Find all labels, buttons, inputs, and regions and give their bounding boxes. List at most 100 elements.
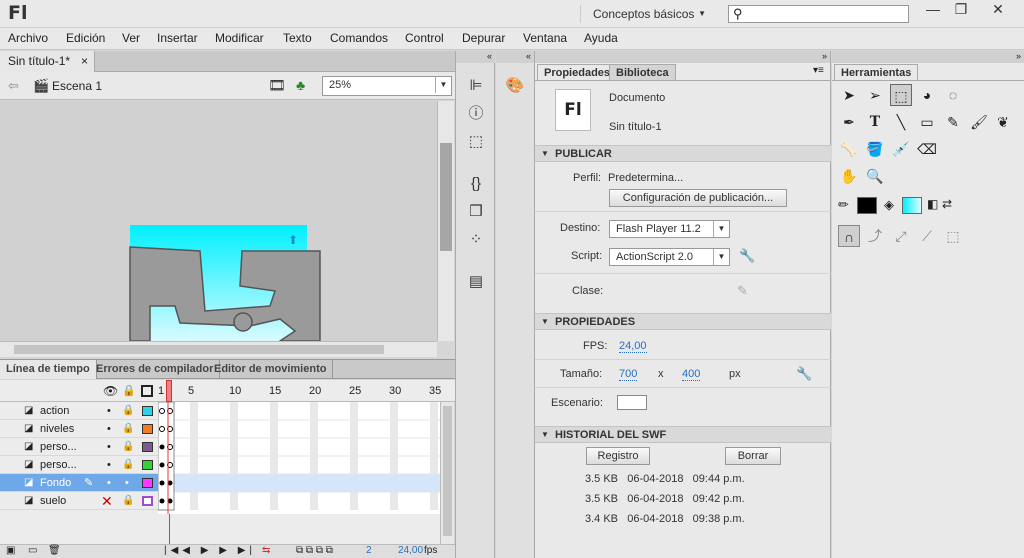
eraser-tool-icon[interactable]: ⌫: [916, 138, 938, 160]
edit-symbol-icon[interactable]: ♣: [296, 77, 305, 93]
3d-rotation-tool-icon[interactable]: ◕: [916, 84, 938, 106]
visibility-dot[interactable]: •: [107, 474, 111, 492]
stage-color-swatch[interactable]: [617, 395, 647, 410]
free-transform-tool-icon[interactable]: ⬚: [890, 84, 912, 106]
layer-row[interactable]: ◪ perso... • 🔒: [0, 438, 158, 456]
tab-herramientas[interactable]: Herramientas: [834, 64, 919, 80]
tab-linea-de-tiempo[interactable]: Línea de tiempo: [0, 360, 97, 379]
stage-vertical-scrollbar[interactable]: [437, 101, 454, 341]
lock-dot[interactable]: •: [125, 474, 129, 492]
bone-tool-icon[interactable]: 🦴: [838, 138, 860, 160]
visibility-dot[interactable]: •: [107, 438, 111, 456]
section-propiedades[interactable]: PROPIEDADES: [535, 313, 831, 330]
hand-tool-icon[interactable]: ✋: [838, 165, 860, 187]
eyedropper-tool-icon[interactable]: 💉: [890, 138, 912, 160]
timeline-frames[interactable]: [157, 401, 440, 514]
wrench-icon[interactable]: 🔧: [796, 366, 812, 382]
lock-icon[interactable]: 🔒: [122, 438, 134, 456]
menu-texto[interactable]: Texto: [283, 31, 312, 45]
scale-icon[interactable]: ⬚: [942, 225, 964, 247]
pencil-tool-icon[interactable]: ✎: [942, 111, 964, 133]
playhead[interactable]: [166, 380, 172, 402]
edit-scene-icon[interactable]: 🎞: [268, 77, 286, 94]
layer-row[interactable]: ◪ perso... • 🔒: [0, 456, 158, 474]
menu-depurar[interactable]: Depurar: [462, 31, 505, 45]
section-historial-swf[interactable]: HISTORIAL DEL SWF: [535, 426, 831, 443]
menu-edicion[interactable]: Edición: [66, 31, 105, 45]
menu-archivo[interactable]: Archivo: [8, 31, 48, 45]
height-value[interactable]: 400: [682, 368, 701, 381]
layer-row-selected[interactable]: ◪ Fondo ✎ • •: [0, 474, 158, 492]
fill-color-swatch[interactable]: [902, 197, 922, 214]
layer-row[interactable]: ◪ suelo ✕ 🔒: [0, 492, 158, 510]
menu-ventana[interactable]: Ventana: [523, 31, 567, 45]
motion-presets-icon[interactable]: ⁘: [465, 229, 487, 251]
panel-menu-icon[interactable]: ▾≡: [813, 65, 824, 76]
lock-icon[interactable]: 🔒: [122, 456, 134, 474]
current-frame[interactable]: 2: [366, 545, 372, 556]
lock-icon[interactable]: 🔒: [122, 492, 134, 510]
collapse-arrows-icon[interactable]: «: [456, 51, 495, 63]
zoom-select[interactable]: 25% ▼: [322, 76, 452, 96]
lasso-tool-icon[interactable]: ◌: [942, 84, 964, 106]
lock-icon[interactable]: 🔒: [122, 420, 134, 438]
section-publicar[interactable]: PUBLICAR: [535, 145, 831, 162]
transform-icon[interactable]: ⬚: [465, 131, 487, 153]
selection-tool-icon[interactable]: ➤: [838, 84, 860, 106]
paint-bucket-tool-icon[interactable]: 🪣: [864, 138, 886, 160]
menu-modificar[interactable]: Modificar: [215, 31, 264, 45]
wrench-icon[interactable]: 🔧: [739, 248, 755, 264]
tab-editor-de-movimiento[interactable]: Editor de movimiento: [208, 360, 334, 379]
code-snippets-icon[interactable]: {}: [465, 173, 487, 195]
tab-biblioteca[interactable]: Biblioteca: [609, 64, 676, 80]
frame-rate[interactable]: 24,00: [398, 545, 423, 556]
restore-button[interactable]: ❐: [946, 0, 976, 20]
trash-icon[interactable]: 🗑: [48, 545, 61, 556]
deco-tool-icon[interactable]: ❦: [992, 111, 1014, 133]
stage-canvas[interactable]: ⬆: [0, 101, 437, 341]
rotate-skew-icon[interactable]: ⟋: [916, 225, 938, 247]
align-icon[interactable]: ⊫: [465, 75, 487, 97]
search-input[interactable]: ⚲: [728, 5, 909, 23]
color-palette-icon[interactable]: 🎨: [504, 75, 526, 97]
menu-ayuda[interactable]: Ayuda: [584, 31, 618, 45]
workspace-selector[interactable]: Conceptos básicos ▼: [580, 5, 718, 23]
brush-tool-icon[interactable]: 🖌: [968, 111, 990, 133]
visibility-dot[interactable]: •: [107, 420, 111, 438]
tab-errores-de-compilador[interactable]: Errores de compilador: [90, 360, 221, 379]
script-version-select[interactable]: ActionScript 2.0 ▼: [609, 248, 730, 266]
close-button[interactable]: ✕: [974, 0, 1022, 20]
document-tab[interactable]: Sin título-1* ×: [0, 51, 95, 72]
smooth-icon[interactable]: ⤴: [864, 225, 886, 247]
components-icon[interactable]: ❒: [465, 201, 487, 223]
pen-tool-icon[interactable]: ✒: [838, 111, 860, 133]
eye-icon[interactable]: 👁: [103, 384, 118, 398]
visibility-dot[interactable]: •: [107, 402, 111, 420]
swap-colors-icon[interactable]: ⇄: [942, 197, 952, 211]
layer-color-swatch[interactable]: [142, 406, 153, 416]
layer-outline-swatch[interactable]: [142, 496, 153, 506]
visibility-dot[interactable]: •: [107, 456, 111, 474]
fps-value[interactable]: 24,00: [619, 340, 647, 353]
layer-row[interactable]: ◪ action • 🔒: [0, 402, 158, 420]
layer-color-swatch[interactable]: [142, 478, 153, 488]
expand-arrows-icon[interactable]: »: [832, 51, 1024, 63]
info-icon[interactable]: ⓘ: [465, 103, 487, 125]
tab-propiedades[interactable]: Propiedades: [537, 64, 618, 80]
layer-color-swatch[interactable]: [142, 424, 153, 434]
back-arrow-icon[interactable]: ⇦: [8, 78, 19, 94]
layer-color-swatch[interactable]: [142, 442, 153, 452]
text-tool-icon[interactable]: T: [864, 111, 886, 133]
width-value[interactable]: 700: [619, 368, 638, 381]
publish-settings-button[interactable]: Configuración de publicación...: [609, 189, 787, 207]
layer-row[interactable]: ◪ niveles • 🔒: [0, 420, 158, 438]
menu-insertar[interactable]: Insertar: [157, 31, 198, 45]
playback-controls[interactable]: |◀◀ ▶ ▶ ▶|: [164, 545, 256, 556]
minimize-button[interactable]: —: [918, 0, 948, 20]
onion-skin-icon[interactable]: ⇆: [262, 545, 270, 556]
close-tab-icon[interactable]: ×: [81, 51, 88, 71]
stage-horizontal-scrollbar[interactable]: [0, 341, 437, 357]
default-colors-icon[interactable]: ◧: [927, 197, 938, 211]
expand-arrows-icon[interactable]: »: [535, 51, 830, 63]
snap-magnet-icon[interactable]: ∩: [838, 225, 860, 247]
